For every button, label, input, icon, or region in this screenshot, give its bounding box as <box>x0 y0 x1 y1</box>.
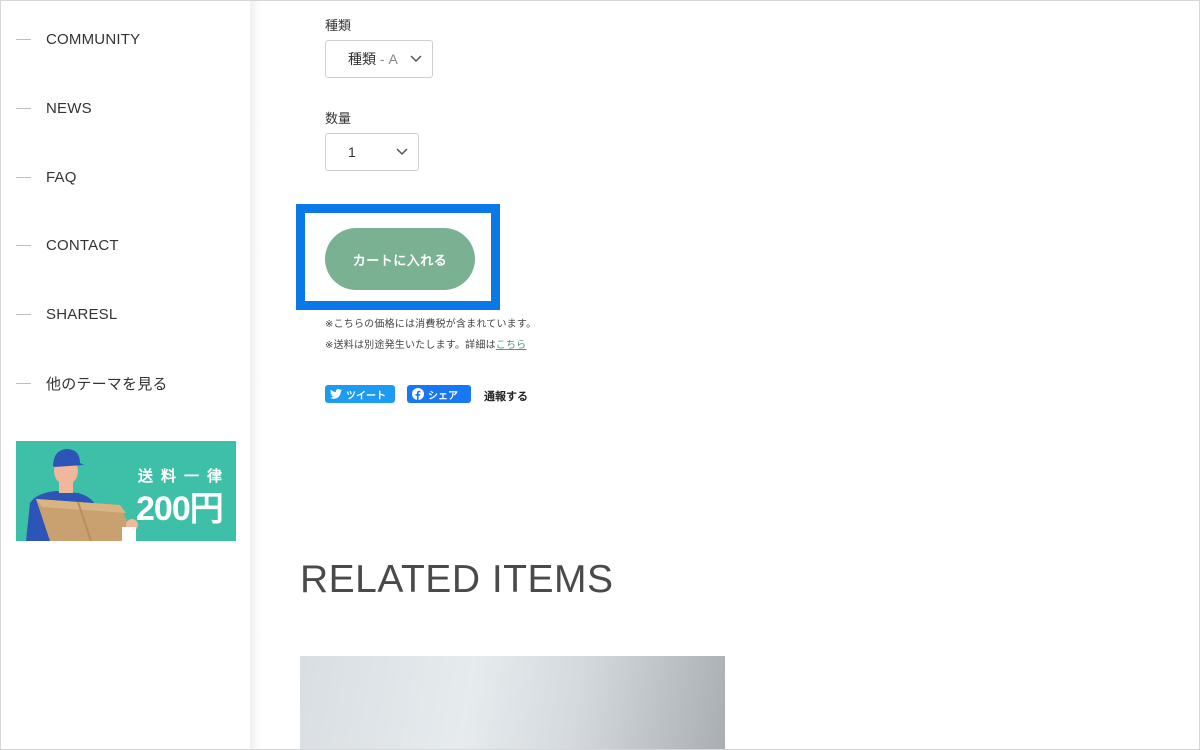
shipping-details-link[interactable]: こちら <box>496 340 527 351</box>
nav-dash <box>16 107 31 109</box>
nav-dash <box>16 38 31 40</box>
sidebar-divider <box>250 0 262 749</box>
twitter-bird-icon <box>330 389 342 399</box>
nav-dash <box>16 313 31 315</box>
related-items-title: RELATED ITEMS <box>300 558 614 601</box>
sidebar-item-label: COMMUNITY <box>46 30 141 48</box>
sidebar: COMMUNITY NEWS FAQ CONTACT SHARESL 他のテーマ… <box>1 0 250 749</box>
nav-dash <box>16 382 31 384</box>
tweet-label: ツイート <box>346 390 386 402</box>
shipping-note-text: ※送料は別途発生いたします。詳細は <box>325 340 496 351</box>
quantity-label: 数量 <box>325 111 352 126</box>
chevron-down-icon <box>410 55 422 63</box>
add-to-cart-button[interactable]: カートに入れる <box>325 228 475 290</box>
tax-note: ※こちらの価格には消費税が含まれています。 <box>325 319 537 330</box>
sidebar-item-other-themes[interactable]: 他のテーマを見る <box>16 371 168 395</box>
sidebar-item-contact[interactable]: CONTACT <box>16 233 119 257</box>
facebook-share-label: シェア <box>428 390 458 402</box>
shipping-banner[interactable]: 送料一律 200円 <box>16 441 236 541</box>
tweet-button[interactable]: ツイート <box>325 385 395 403</box>
sidebar-item-news[interactable]: NEWS <box>16 96 92 120</box>
related-item-image[interactable] <box>300 656 725 750</box>
sidebar-item-label: CONTACT <box>46 236 119 254</box>
variant-select[interactable]: 種類 - A <box>325 40 433 78</box>
facebook-share-button[interactable]: シェア <box>407 385 471 403</box>
variant-select-value: 種類 - A <box>348 51 398 67</box>
facebook-icon <box>412 388 424 400</box>
shipping-note: ※送料は別途発生いたします。詳細はこちら <box>325 336 526 351</box>
chevron-down-icon <box>396 148 408 156</box>
banner-text-price: 200円 <box>136 490 224 528</box>
sidebar-item-label: SHARESL <box>46 305 118 323</box>
sidebar-item-community[interactable]: COMMUNITY <box>16 27 140 51</box>
nav-dash <box>16 176 31 178</box>
sidebar-item-sharesl[interactable]: SHARESL <box>16 302 117 326</box>
quantity-select[interactable]: 1 <box>325 133 419 171</box>
variant-label: 種類 <box>325 18 352 33</box>
nav-dash <box>16 244 31 246</box>
report-link[interactable]: 通報する <box>484 388 528 404</box>
sidebar-item-faq[interactable]: FAQ <box>16 165 77 189</box>
sidebar-item-label: NEWS <box>46 99 92 117</box>
sidebar-item-label: FAQ <box>46 168 77 186</box>
sidebar-item-label: 他のテーマを見る <box>46 375 168 393</box>
quantity-select-value: 1 <box>348 144 356 160</box>
